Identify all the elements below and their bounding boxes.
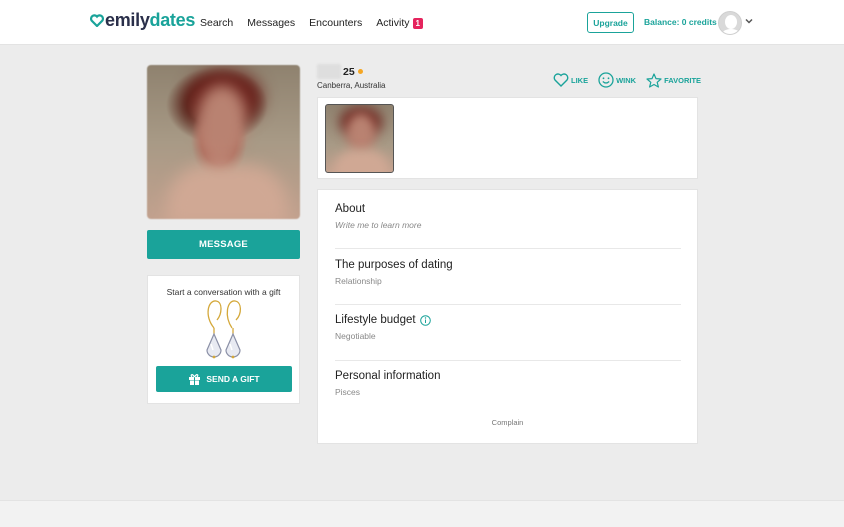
nav-search[interactable]: Search	[200, 17, 233, 29]
footer	[0, 500, 844, 527]
personal-section: Personal information Pisces	[335, 370, 681, 397]
wink-label: WINK	[616, 75, 637, 85]
gift-prompt-text: Start a conversation with a gift	[166, 287, 281, 297]
wink-button[interactable]: WINK	[598, 72, 636, 88]
heart-logo-icon	[90, 14, 104, 27]
logo-text-dates: dates	[149, 10, 196, 30]
purposes-title: The purposes of dating	[335, 259, 453, 271]
earrings-gift-image[interactable]	[200, 298, 248, 362]
star-icon	[646, 72, 662, 88]
about-section: About Write me to learn more	[335, 203, 681, 230]
user-avatar[interactable]	[718, 11, 742, 35]
nav-activity[interactable]: Activity 1	[376, 17, 423, 29]
logo-text-emily: emily	[105, 10, 150, 30]
info-icon[interactable]	[419, 314, 431, 326]
profile-age: 25	[343, 66, 355, 78]
lifestyle-section: Lifestyle budget Negotiable	[335, 314, 681, 341]
complain-link[interactable]: Complain	[318, 418, 697, 427]
purposes-section: The purposes of dating Relationship	[335, 259, 681, 286]
top-navbar: emily dates Search Messages Encounters Ac…	[0, 0, 844, 45]
photo-thumbnail[interactable]	[325, 104, 394, 173]
chevron-down-icon[interactable]	[745, 18, 753, 24]
profile-actions: LIKE WINK FAVORITE	[553, 72, 701, 88]
nav-activity-label: Activity	[376, 17, 410, 29]
smiley-icon	[598, 72, 614, 88]
like-button[interactable]: LIKE	[553, 72, 588, 88]
activity-badge: 1	[412, 18, 423, 29]
balance-link[interactable]: Balance: 0 credits	[644, 17, 717, 27]
upgrade-button[interactable]: Upgrade	[587, 12, 634, 33]
favorite-button[interactable]: FAVORITE	[646, 72, 701, 88]
site-logo[interactable]: emily dates	[90, 10, 195, 31]
about-value: Write me to learn more	[335, 220, 422, 230]
divider	[335, 248, 681, 249]
personal-value: Pisces	[335, 387, 361, 397]
heart-icon	[553, 73, 569, 87]
message-button[interactable]: MESSAGE	[147, 230, 300, 259]
gift-icon	[189, 374, 201, 385]
lifestyle-title-row: Lifestyle budget	[335, 314, 681, 326]
send-gift-button[interactable]: SEND A GIFT	[156, 366, 292, 392]
about-title: About	[335, 203, 366, 215]
main-nav: Search Messages Encounters Activity 1	[200, 17, 423, 29]
purposes-value: Relationship	[335, 276, 382, 286]
lifestyle-value: Negotiable	[335, 331, 376, 341]
profile-location: Canberra, Australia	[317, 81, 386, 90]
nav-encounters[interactable]: Encounters	[309, 17, 362, 29]
like-label: LIKE	[571, 75, 589, 85]
online-status-dot	[358, 69, 363, 74]
default-avatar-icon	[719, 12, 741, 34]
profile-info-card: About Write me to learn more The purpose…	[317, 189, 698, 444]
nav-messages[interactable]: Messages	[247, 17, 295, 29]
send-gift-label: SEND A GIFT	[206, 374, 260, 384]
favorite-label: FAVORITE	[664, 75, 702, 85]
divider	[335, 360, 681, 361]
main-profile-photo[interactable]	[147, 65, 300, 219]
divider	[335, 304, 681, 305]
gift-card: Start a conversation with a gift SEND A …	[147, 275, 300, 404]
lifestyle-title: Lifestyle budget	[335, 314, 416, 326]
personal-title: Personal information	[335, 370, 441, 382]
name-blurred	[317, 64, 341, 79]
photo-thumbnails	[317, 97, 698, 179]
